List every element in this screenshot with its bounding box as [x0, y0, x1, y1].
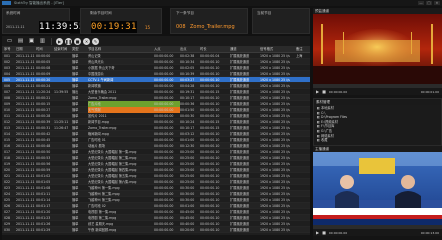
- playlist-toolbar: ▭ ▤ ▣ ▥ ▶ ❚❚ ■ ✕ ✎: [2, 36, 310, 46]
- status-bar: [2, 235, 310, 240]
- program-time-out: 00:00:13.00: [420, 230, 439, 235]
- column-header[interactable]: 节目名称: [88, 46, 154, 53]
- next-item-name: Zomo_Trailer.mpg: [190, 24, 235, 30]
- system-time-panel: 系统时间 2011-11-11 11:39:55: [2, 8, 84, 34]
- table-cell: 00:20:00: [180, 228, 195, 232]
- program-stop-icon[interactable]: ■: [322, 230, 326, 235]
- column-header[interactable]: 类型: [72, 46, 88, 53]
- remaining-time-panel: 剩余节目时间 00:19:31 15: [80, 8, 162, 34]
- table-cell: [296, 227, 310, 233]
- table-cell: 2011-11-11: [16, 228, 35, 232]
- media-tree-item[interactable]: ◧ 收藏: [317, 138, 438, 143]
- table-cell: [54, 227, 72, 233]
- playlist-grid[interactable]: 001 2011-11-11 00:00:00 播单 黄山记录 00:00:00.00 00…: [2, 53, 310, 235]
- next-item-number: 008: [176, 24, 186, 30]
- folder-icon[interactable]: ▭: [5, 37, 14, 45]
- table-row[interactable]: 030 2011-11-11 00:01:29 播单 午夜 新闻回顾.mpg 00:00:…: [2, 227, 310, 233]
- edit-button[interactable]: ✎: [92, 37, 99, 45]
- preview-stop-icon[interactable]: ■: [322, 89, 326, 94]
- column-header[interactable]: 信号格式: [260, 46, 296, 53]
- play-button[interactable]: ▶: [56, 37, 63, 45]
- table-cell: 扩展播放通道: [230, 228, 250, 232]
- system-clock: 11:39:55: [39, 21, 85, 33]
- cancel-button[interactable]: ✕: [83, 37, 90, 45]
- preview-monitor: 预监通道 ▶ ■ 00:00:00.00 00:00:01.00: [313, 8, 442, 98]
- remaining-time-label: 剩余节目时间: [90, 11, 112, 15]
- remaining-clock: 00:19:31: [91, 21, 137, 33]
- preview-play-icon[interactable]: ▶: [316, 89, 319, 94]
- column-header[interactable]: 备注: [296, 46, 310, 53]
- program-video: [313, 152, 442, 225]
- preview-time-in: 00:00:00.00: [328, 89, 348, 94]
- table-cell: 午夜 新闻回顾.mpg: [88, 228, 117, 232]
- table-cell: 00:00:00.00: [154, 228, 174, 232]
- next-item-label: 下一条节目: [176, 11, 194, 15]
- remaining-unit: 15: [145, 25, 151, 30]
- column-header[interactable]: 入点: [154, 46, 180, 53]
- save-icon[interactable]: ▣: [27, 37, 36, 45]
- preview-video: [313, 14, 442, 84]
- maximize-button[interactable]: □: [426, 1, 432, 5]
- delete-icon[interactable]: ▥: [38, 37, 47, 45]
- minimize-button[interactable]: —: [418, 1, 424, 5]
- next-item-panel: 下一条节目 008 Zomo_Trailer.mpg: [170, 8, 248, 34]
- program-play-icon[interactable]: ▶: [316, 230, 319, 235]
- program-monitor: 主播通道 ▶ ■ 00:00:00.00 00:00:13.00: [313, 146, 442, 240]
- column-header[interactable]: 结束时间: [54, 46, 72, 53]
- system-time-label: 系统时间: [6, 11, 21, 15]
- table-cell: 播单: [72, 228, 79, 232]
- table-cell: 1920 x 1080 25 i/s: [260, 228, 290, 232]
- stop-button[interactable]: ■: [74, 37, 81, 45]
- system-date: 2011-11-11: [6, 25, 25, 29]
- window-controls: — □ ✕: [418, 1, 440, 5]
- column-header[interactable]: 通道: [230, 46, 260, 53]
- preview-time-out: 00:00:01.00: [420, 89, 439, 94]
- media-tree[interactable]: ◧ 本地素材 ◧ C:\ ◧ D:\Program Files ◧ E:\视频素…: [314, 105, 441, 144]
- table-cell: 00:01:29: [36, 228, 51, 232]
- column-header[interactable]: 时间: [36, 46, 54, 53]
- close-button[interactable]: ✕: [434, 1, 440, 5]
- playlist-header: 序号 日期 时间 结束时间 类型 节目名称 入点 出点 时长 通道 信号格式 备注: [2, 46, 310, 53]
- column-header[interactable]: 日期: [16, 46, 36, 53]
- media-browser: 素材管理 ◧ 本地素材 ◧ C:\ ◧ D:\Program Files ◧ E…: [313, 98, 442, 146]
- preview-controls: ▶ ■ 00:00:00.00 00:00:01.00: [313, 88, 442, 95]
- table-cell: 030: [4, 228, 11, 232]
- program-controls: ▶ ■ 00:00:00.00 00:00:13.00: [313, 229, 442, 236]
- column-header[interactable]: 序号: [4, 46, 16, 53]
- toolbar-divider: [51, 37, 52, 45]
- table-cell: 00:00:00.10: [200, 228, 220, 232]
- current-item-label: 当前节目: [257, 11, 272, 15]
- app-logo-icon: [2, 1, 11, 5]
- window-title: SixthTry 智能播出系统 - [iTier]: [14, 1, 64, 5]
- pause-button[interactable]: ❚❚: [65, 37, 72, 45]
- window-titlebar: SixthTry 智能播出系统 - [iTier]: [0, 0, 442, 6]
- column-header[interactable]: 时长: [200, 46, 230, 53]
- program-time-in: 00:00:00.00: [328, 230, 348, 235]
- column-header[interactable]: 出点: [180, 46, 200, 53]
- add-file-icon[interactable]: ▤: [16, 37, 25, 45]
- current-item-panel: 当前节目: [252, 8, 310, 34]
